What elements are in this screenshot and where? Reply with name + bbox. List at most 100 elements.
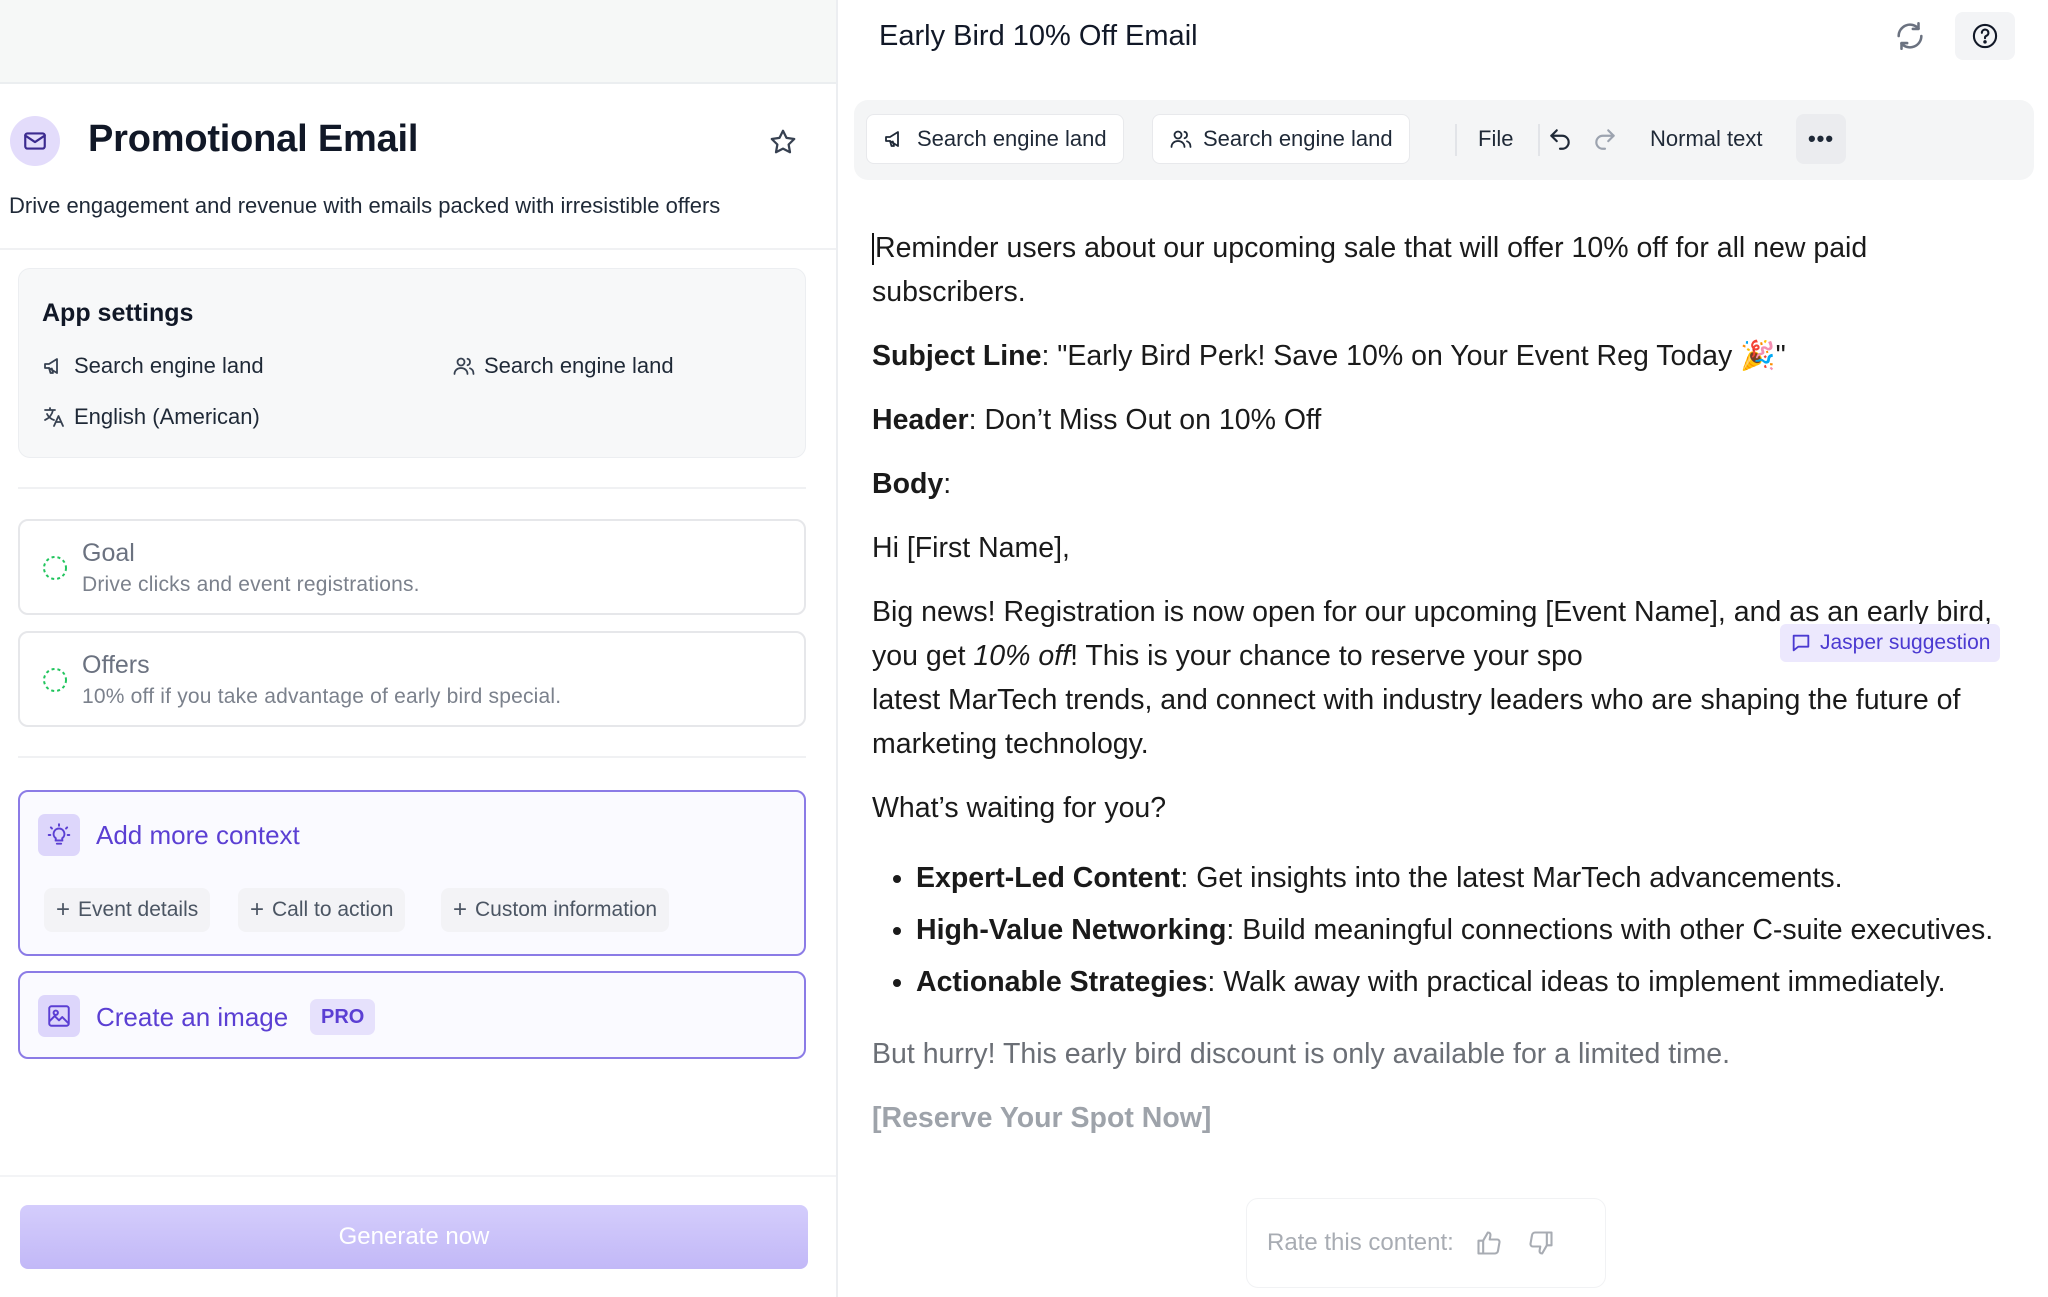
plus-icon: +	[250, 896, 265, 923]
chip-label: Event details	[78, 898, 199, 921]
doc-body-label: Body	[872, 468, 944, 500]
comment-icon	[1792, 634, 1810, 652]
toolbar-separator	[1455, 124, 1457, 156]
create-image-title: Create an image	[96, 1002, 289, 1032]
megaphone-icon	[44, 358, 58, 374]
thumbs-down-button[interactable]	[1524, 1226, 1558, 1260]
jasper-suggestion-label: Jasper suggestion	[1820, 631, 1991, 654]
image-icon	[38, 995, 80, 1037]
redo-button[interactable]	[1592, 114, 1618, 164]
sync-button[interactable]	[1888, 16, 1932, 56]
setting-language-label: English (American)	[74, 404, 260, 429]
doc-para1-c: latest MarTech trends, and connect with …	[872, 684, 1961, 760]
add-more-context-card[interactable]: Add more context + Event details + Call …	[18, 790, 806, 956]
bullet-text: : Walk away with practical ideas to impl…	[1207, 966, 1946, 998]
doc-header-label: Header	[872, 404, 969, 436]
bullet-label: Actionable Strategies	[916, 966, 1208, 998]
doc-header-text: : Don’t Miss Out on 10% Off	[968, 404, 1322, 436]
bullet-label: Expert-Led Content	[916, 862, 1181, 894]
doc-subject-label: Subject Line	[872, 340, 1042, 372]
list-item: Actionable Strategies: Walk away with pr…	[916, 960, 2002, 1004]
plus-icon: +	[56, 896, 71, 923]
goal-label: Goal	[82, 539, 135, 567]
list-item: High-Value Networking: Build meaningful …	[916, 908, 2002, 952]
setting-language[interactable]: English (American)	[42, 404, 260, 430]
offers-value: 10% off if you take advantage of early b…	[82, 685, 562, 708]
doc-greeting: Hi [First Name],	[872, 532, 1070, 564]
bullet-text: : Build meaningful connections with othe…	[1226, 914, 1994, 946]
chip-label: Custom information	[475, 898, 658, 921]
lightbulb-icon	[38, 814, 80, 856]
goal-value: Drive clicks and event registrations.	[82, 573, 420, 596]
megaphone-icon	[885, 131, 899, 147]
help-button[interactable]	[1955, 12, 2015, 60]
doc-intro-text: Reminder users about our upcoming sale t…	[872, 232, 1868, 308]
more-icon: •••	[1807, 126, 1835, 151]
text-cursor	[872, 233, 874, 266]
doc-body-colon: :	[943, 468, 952, 500]
rate-content-bar: Rate this content:	[1246, 1198, 1606, 1288]
sync-icon	[1897, 21, 1923, 51]
undo-button[interactable]	[1547, 114, 1573, 164]
translate-icon	[44, 407, 64, 427]
document-content[interactable]: Reminder users about our upcoming sale t…	[872, 226, 2002, 1160]
editor-toolbar: Search engine land Search engine land Fi…	[854, 100, 2034, 180]
goal-field[interactable]: Goal Drive clicks and event registration…	[18, 519, 806, 615]
doc-header: Header: Don’t Miss Out on 10% Off	[872, 398, 2002, 442]
create-image-card[interactable]: Create an image PRO	[18, 971, 806, 1059]
divider	[0, 248, 836, 250]
app-description: Drive engagement and revenue with emails…	[9, 193, 721, 218]
doc-body-heading: Body:	[872, 462, 2002, 506]
doc-para1-b: ! This is your chance to reserve your sp…	[1070, 640, 1583, 672]
setting-audience-label: Search engine land	[484, 353, 674, 378]
doc-subject: Subject Line: "Early Bird Perk! Save 10%…	[872, 334, 2002, 378]
bullet-text: : Get insights into the latest MarTech a…	[1180, 862, 1843, 894]
doc-paragraph-1: Big news! Registration is now open for o…	[872, 590, 2002, 766]
users-icon	[1170, 130, 1192, 148]
app-title: Promotional Email	[88, 118, 419, 160]
undo-icon	[1550, 129, 1570, 150]
bullet-label: High-Value Networking	[916, 914, 1227, 946]
offers-label: Offers	[82, 651, 150, 679]
mail-icon	[10, 116, 60, 166]
doc-waiting: What’s waiting for you?	[872, 792, 1167, 824]
setting-brand-voice[interactable]: Search engine land	[42, 353, 264, 379]
setting-audience[interactable]: Search engine land	[452, 353, 674, 379]
left-panel: Promotional Email Drive engagement and r…	[0, 0, 838, 1297]
left-top-bar	[0, 0, 836, 84]
chip-call-to-action[interactable]: + Call to action	[238, 888, 406, 932]
list-item: Expert-Led Content: Get insights into th…	[916, 856, 2002, 900]
doc-bullet-list: Expert-Led Content: Get insights into th…	[916, 856, 2002, 1004]
doc-cta: [Reserve Your Spot Now]	[872, 1102, 1212, 1134]
generate-now-button[interactable]: Generate now	[20, 1205, 808, 1269]
divider	[18, 756, 806, 758]
doc-subject-text: : "Early Bird Perk! Save 10% on Your Eve…	[1041, 340, 1786, 372]
pro-badge: PRO	[310, 999, 376, 1035]
chip-custom-information[interactable]: + Custom information	[441, 888, 670, 932]
redo-icon	[1595, 129, 1615, 150]
chip-event-details[interactable]: + Event details	[44, 888, 211, 932]
more-options-button[interactable]: •••	[1796, 114, 1846, 164]
chip-label: Call to action	[272, 898, 394, 921]
setting-brand-voice-label: Search engine land	[74, 353, 264, 378]
app-settings-title: App settings	[42, 299, 194, 327]
dashed-circle-icon	[43, 556, 67, 580]
dashed-circle-icon	[43, 668, 67, 692]
toolbar-voice-button[interactable]: Search engine land	[866, 114, 1124, 164]
thumbs-down-icon	[1529, 1231, 1553, 1255]
thumbs-up-button[interactable]	[1472, 1226, 1506, 1260]
offers-field[interactable]: Offers 10% off if you take advantage of …	[18, 631, 806, 727]
favorite-button[interactable]	[766, 125, 800, 159]
toolbar-separator	[1538, 124, 1540, 156]
jasper-suggestion-button[interactable]: Jasper suggestion	[1780, 624, 2001, 662]
doc-intro: Reminder users about our upcoming sale t…	[872, 226, 2002, 314]
toolbar-audience-button[interactable]: Search engine land	[1152, 114, 1410, 164]
document-title[interactable]: Early Bird 10% Off Email	[879, 20, 1198, 53]
divider	[0, 1175, 836, 1177]
plus-icon: +	[453, 896, 468, 923]
file-menu-button[interactable]: File	[1478, 114, 1513, 164]
doc-para1-emphasis: 10% off	[973, 640, 1071, 672]
text-style-dropdown[interactable]: Normal text	[1650, 114, 1762, 164]
users-icon	[453, 357, 475, 375]
divider	[18, 487, 806, 489]
